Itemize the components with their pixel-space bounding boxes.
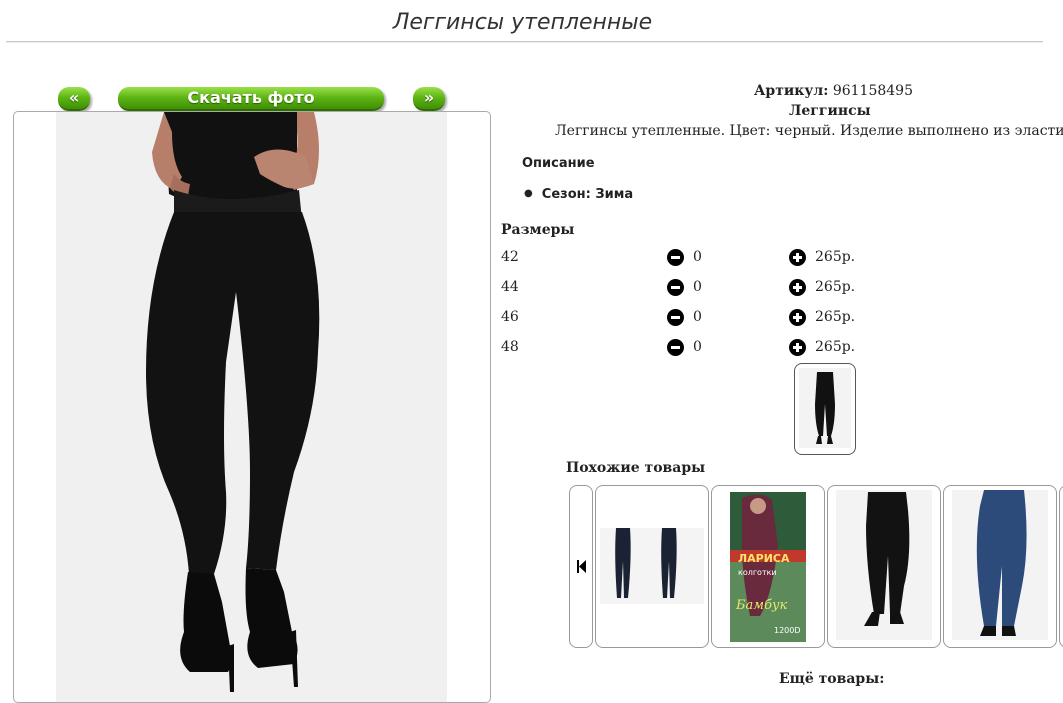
similar-heading: Похожие товары	[566, 460, 706, 476]
minus-icon[interactable]	[667, 249, 684, 266]
plus-icon[interactable]	[789, 339, 806, 356]
size-value: 44	[501, 279, 519, 295]
price-value: 265р.	[815, 309, 856, 325]
price-value: 265р.	[815, 279, 856, 295]
prev-photo-button[interactable]: «	[58, 87, 90, 111]
article-label: Артикул:	[754, 83, 829, 99]
product-category: Леггинсы	[789, 103, 871, 119]
product-description: Леггинсы утепленные. Цвет: черный. Издел…	[555, 123, 1063, 139]
quantity-value: 0	[693, 339, 702, 355]
price-value: 265р.	[815, 339, 856, 355]
similar-item[interactable]: ЛАРИСА колготки Бамбук 1200D	[711, 485, 825, 648]
article-value: 961158495	[832, 83, 913, 99]
title-divider	[6, 41, 1043, 43]
quantity-value: 0	[693, 309, 702, 325]
packaging-density: 1200D	[774, 626, 801, 635]
minus-icon[interactable]	[667, 279, 684, 296]
sizes-heading: Размеры	[501, 222, 575, 238]
similar-item[interactable]	[943, 485, 1057, 648]
size-value: 48	[501, 339, 519, 355]
size-value: 46	[501, 309, 519, 325]
quantity-value: 0	[693, 249, 702, 265]
packaging-line2: Бамбук	[736, 598, 788, 613]
plus-icon[interactable]	[789, 249, 806, 266]
page-title: Леггинсы утепленные	[392, 10, 653, 35]
product-thumbnail[interactable]	[794, 363, 856, 455]
size-value: 42	[501, 249, 519, 265]
quantity-value: 0	[693, 279, 702, 295]
download-photo-button[interactable]: Скачать фото	[118, 87, 384, 111]
season-item: ● Сезон: Зима	[524, 187, 634, 202]
packaging-brand: ЛАРИСА	[738, 552, 790, 565]
similar-item[interactable]	[827, 485, 941, 648]
similar-item[interactable]	[595, 485, 709, 648]
plus-icon[interactable]	[789, 309, 806, 326]
price-value: 265р.	[815, 249, 856, 265]
next-photo-button[interactable]: »	[413, 87, 445, 111]
main-photo-frame	[13, 111, 491, 703]
plus-icon[interactable]	[789, 279, 806, 296]
article-line: Артикул: 961158495	[754, 83, 913, 99]
similar-prev-button[interactable]	[569, 485, 593, 648]
minus-icon[interactable]	[667, 339, 684, 356]
packaging-line1: колготки	[738, 568, 777, 577]
skip-back-icon	[577, 560, 586, 573]
minus-icon[interactable]	[667, 309, 684, 326]
season-text: Сезон: Зима	[541, 187, 634, 202]
more-heading: Ещё товары:	[779, 671, 885, 687]
similar-next-button[interactable]	[1059, 485, 1063, 648]
description-heading: Описание	[522, 156, 595, 171]
main-product-photo[interactable]	[14, 112, 490, 702]
